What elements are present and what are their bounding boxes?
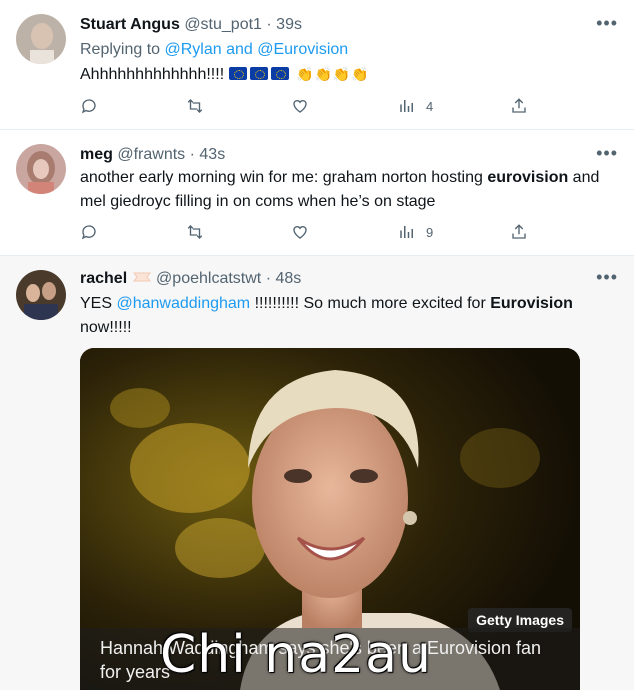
- tweet-meg[interactable]: meg @frawnts · 43s ••• another early mor…: [0, 130, 634, 256]
- reply-context: Replying to @Rylan and @Eurovision: [80, 38, 618, 62]
- eu-flag-icon: [270, 67, 289, 80]
- ribbon-emoji-icon: [132, 272, 151, 282]
- heart-icon: [293, 100, 307, 113]
- more-options-icon[interactable]: •••: [596, 268, 618, 286]
- watermark: Chi na2au: [160, 625, 432, 685]
- share-button[interactable]: [510, 222, 528, 242]
- avatar[interactable]: [16, 14, 66, 64]
- action-bar: 9: [80, 222, 540, 242]
- more-options-icon[interactable]: •••: [596, 14, 618, 32]
- tweet-text-part: !!!!!!!!!! So much more excited for: [250, 295, 491, 312]
- separator: ·: [265, 270, 272, 287]
- view-count: 4: [426, 98, 434, 114]
- display-name[interactable]: rachel: [80, 270, 127, 287]
- separator: ·: [189, 146, 195, 163]
- share-button[interactable]: [510, 96, 528, 116]
- tweet-text-highlight: Eurovision: [490, 295, 573, 312]
- heart-icon: [293, 226, 307, 239]
- tweet-text-part: now!!!!!: [80, 319, 132, 336]
- reply-mentions[interactable]: @Rylan and @Eurovision: [165, 41, 349, 58]
- views-button[interactable]: 9: [398, 222, 433, 242]
- reply-icon: [81, 99, 96, 114]
- reply-prefix: Replying to: [80, 41, 165, 58]
- clapping-hands-icon: 👏: [351, 66, 369, 82]
- avatar[interactable]: [16, 270, 66, 320]
- tweet-text-highlight: eurovision: [487, 169, 569, 186]
- timestamp[interactable]: 48s: [275, 270, 301, 287]
- avatar[interactable]: [16, 144, 66, 194]
- tweet-header: Stuart Angus @stu_pot1 · 39s: [80, 14, 618, 36]
- user-handle[interactable]: @poehlcatstwt: [156, 270, 261, 287]
- display-name[interactable]: Stuart Angus: [80, 16, 180, 33]
- clapping-hands-icon: 👏: [296, 66, 314, 82]
- timestamp[interactable]: 43s: [199, 146, 225, 163]
- analytics-icon: [400, 100, 413, 112]
- tweet-stuart-angus[interactable]: Stuart Angus @stu_pot1 · 39s ••• Replyin…: [0, 0, 634, 130]
- clapping-hands-icon: 👏: [332, 66, 351, 82]
- display-name[interactable]: meg: [80, 146, 113, 163]
- retweet-icon: [187, 99, 203, 113]
- analytics-icon: [400, 226, 413, 238]
- tweet-text: another early morning win for me: graham…: [80, 166, 618, 214]
- retweet-button[interactable]: [186, 222, 204, 242]
- eu-flag-icon: [228, 67, 247, 80]
- tweet-text-content: Ahhhhhhhhhhhhh!!!!: [80, 66, 225, 83]
- more-options-icon[interactable]: •••: [596, 144, 618, 162]
- view-count: 9: [426, 224, 434, 240]
- user-handle[interactable]: @frawnts: [117, 146, 185, 163]
- tweet-text: YES @hanwaddingham !!!!!!!!!! So much mo…: [80, 292, 618, 340]
- share-icon: [512, 224, 526, 239]
- mention-link[interactable]: @hanwaddingham: [116, 295, 250, 312]
- views-button[interactable]: 4: [398, 96, 433, 116]
- separator: ·: [266, 16, 272, 33]
- tweet-text: Ahhhhhhhhhhhhh!!!! 👏👏👏👏: [80, 62, 618, 87]
- like-button[interactable]: [291, 96, 309, 116]
- reply-button[interactable]: [80, 96, 98, 116]
- share-icon: [512, 98, 526, 113]
- user-handle[interactable]: @stu_pot1: [184, 16, 262, 33]
- tweet-header: rachel @poehlcatstwt · 48s: [80, 268, 618, 290]
- tweet-header: meg @frawnts · 43s: [80, 144, 618, 166]
- clapping-hands-icon: 👏: [314, 66, 332, 82]
- retweet-button[interactable]: [186, 96, 204, 116]
- reply-icon: [81, 225, 96, 240]
- timestamp[interactable]: 39s: [276, 16, 302, 33]
- reply-button[interactable]: [80, 222, 98, 242]
- eu-flag-icon: [249, 67, 268, 80]
- tweet-text-part: YES: [80, 295, 117, 312]
- action-bar: 4: [80, 96, 540, 116]
- like-button[interactable]: [291, 222, 309, 242]
- tweet-text-part: another early morning win for me: graham…: [80, 169, 488, 186]
- retweet-icon: [187, 225, 203, 239]
